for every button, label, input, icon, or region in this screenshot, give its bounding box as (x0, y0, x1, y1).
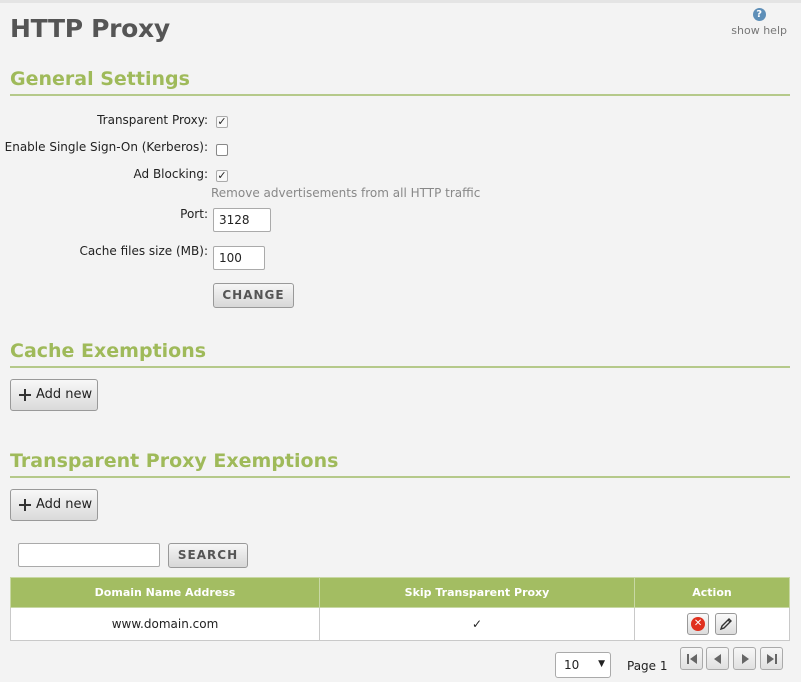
page-indicator: Page 1 (627, 659, 668, 673)
page-size-value: 10 (564, 658, 580, 672)
skip-proxy-cell: ✓ (319, 607, 635, 641)
check-icon: ✓ (217, 169, 227, 182)
port-label: Port: (180, 207, 208, 221)
plus-icon (19, 389, 31, 401)
help-icon: ? (752, 8, 766, 21)
cache-add-new-label: Add new (36, 387, 93, 402)
search-input[interactable] (18, 543, 160, 567)
show-help-label: show help (731, 24, 787, 37)
delete-icon: ✕ (691, 617, 706, 631)
exemptions-table: Domain Name Address Skip Transparent Pro… (10, 577, 790, 641)
column-header-action: Action (634, 577, 790, 608)
cache-size-label: Cache files size (MB): (79, 244, 208, 258)
proxy-add-new-label: Add new (36, 497, 93, 512)
change-button[interactable]: CHANGE (213, 283, 294, 308)
table-header-row: Domain Name Address Skip Transparent Pro… (10, 577, 790, 608)
cache-add-new-button[interactable]: Add new (10, 379, 98, 411)
pencil-icon (719, 618, 732, 631)
ad-blocking-checkbox[interactable]: ✓ (216, 170, 228, 182)
sso-label: Enable Single Sign-On (Kerberos): (4, 140, 208, 154)
delete-button[interactable]: ✕ (687, 613, 710, 635)
column-header-domain[interactable]: Domain Name Address (10, 577, 320, 608)
transparent-proxy-label: Transparent Proxy: (97, 113, 208, 127)
cache-exemptions-title: Cache Exemptions (10, 340, 790, 368)
check-icon: ✓ (217, 115, 227, 128)
column-header-skip-proxy[interactable]: Skip Transparent Proxy (319, 577, 635, 608)
sso-checkbox[interactable] (216, 144, 228, 156)
ad-blocking-hint: Remove advertisements from all HTTP traf… (211, 186, 481, 200)
show-help-link[interactable]: ? show help (731, 8, 787, 37)
table-row: www.domain.com ✓ ✕ (10, 607, 790, 641)
next-page-icon (742, 654, 749, 664)
check-icon: ✓ (471, 617, 483, 631)
plus-icon (19, 499, 31, 511)
dropdown-arrow-icon: ▼ (598, 659, 605, 669)
prev-page-button[interactable] (706, 647, 729, 670)
prev-page-icon (714, 654, 721, 664)
cache-size-input[interactable] (213, 246, 265, 270)
page-size-select[interactable]: 10 ▼ (555, 652, 611, 678)
edit-button[interactable] (714, 613, 737, 635)
next-page-button[interactable] (733, 647, 756, 670)
last-page-button[interactable] (760, 647, 783, 670)
action-cell: ✕ (634, 607, 790, 641)
ad-blocking-label: Ad Blocking: (133, 167, 208, 181)
first-page-icon (687, 654, 697, 664)
page-title: HTTP Proxy (10, 14, 170, 43)
port-input[interactable] (213, 208, 271, 232)
last-page-icon (767, 654, 777, 664)
proxy-exemptions-title: Transparent Proxy Exemptions (10, 450, 790, 478)
transparent-proxy-checkbox[interactable]: ✓ (216, 116, 228, 128)
first-page-button[interactable] (680, 647, 703, 670)
top-border (0, 0, 801, 3)
general-settings-title: General Settings (10, 68, 790, 96)
domain-cell: www.domain.com (10, 607, 320, 641)
search-button[interactable]: SEARCH (168, 543, 248, 568)
proxy-add-new-button[interactable]: Add new (10, 489, 98, 521)
